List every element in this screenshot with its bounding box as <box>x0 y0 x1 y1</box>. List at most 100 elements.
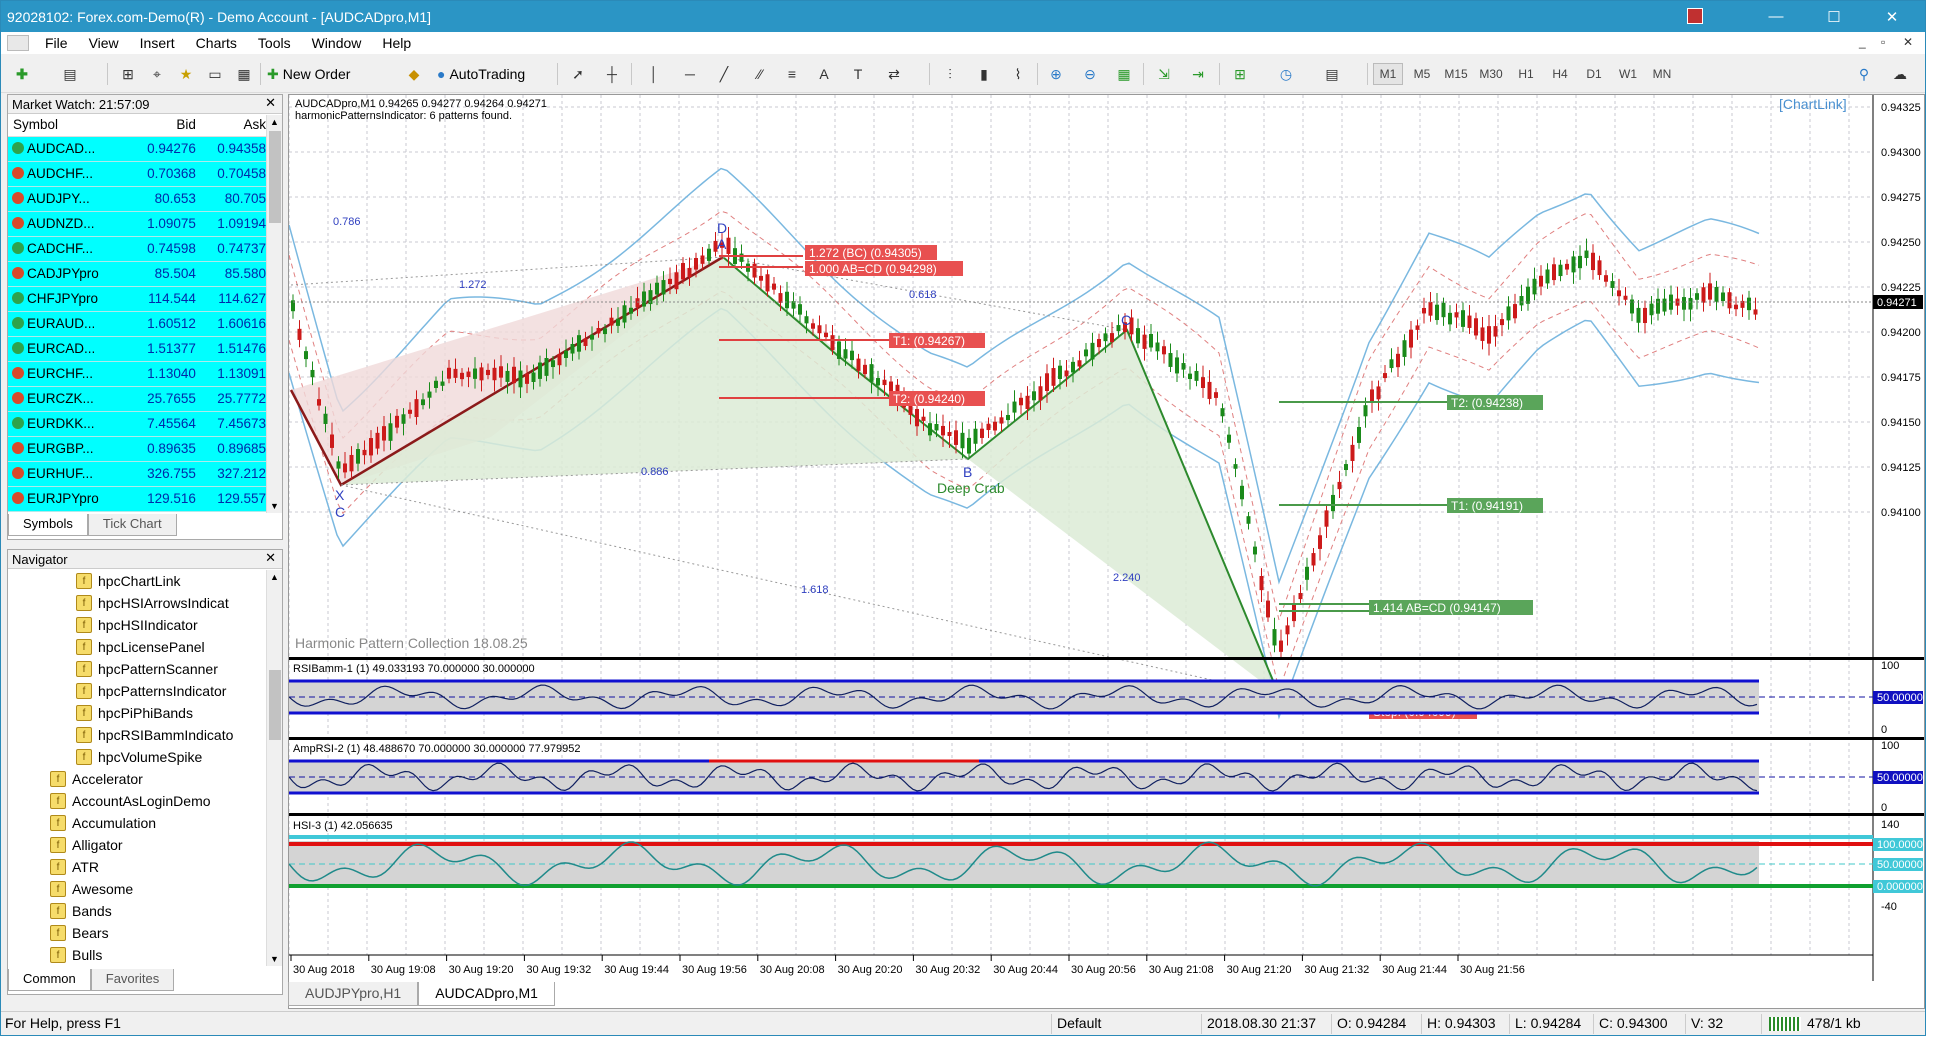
symbol-cell[interactable]: AUDJPY... <box>8 186 132 212</box>
timeframe-m1[interactable]: M1 <box>1373 63 1403 85</box>
navigator-item[interactable]: f Bulls <box>8 944 266 966</box>
text-icon[interactable]: A <box>813 63 835 85</box>
market-watch-row[interactable]: EURCZK... 25.7655 25.7772 <box>8 386 272 412</box>
symbol-cell[interactable]: CHFJPYpro <box>8 286 132 312</box>
navigator-item[interactable]: f Bears <box>8 922 266 944</box>
navigator-item[interactable]: f ATR <box>8 856 266 878</box>
chart-shift-icon[interactable]: ⇥ <box>1187 63 1209 85</box>
zoom-out-icon[interactable]: ⊖ <box>1079 63 1101 85</box>
navigator-icon[interactable]: ★ <box>175 63 197 85</box>
navigator-sub-item[interactable]: f hpcPiPhiBands <box>8 702 266 724</box>
chat-icon[interactable]: ☁ <box>1889 63 1911 85</box>
trendline-icon[interactable]: ╱ <box>713 63 735 85</box>
symbol-cell[interactable]: EURCHF... <box>8 361 132 387</box>
tile-windows-icon[interactable]: ▦ <box>1113 63 1135 85</box>
cursor-icon[interactable]: ➚ <box>567 63 589 85</box>
market-watch-row[interactable]: CADJPYpro 85.504 85.580 <box>8 261 272 287</box>
chart-canvas[interactable]: 1.272 (BC) (0.94305) 1.000 AB=CD (0.9429… <box>289 95 1924 981</box>
menu-window[interactable]: Window <box>302 32 373 54</box>
scroll-up-icon[interactable]: ▲ <box>270 117 279 127</box>
search-icon[interactable]: ⚲ <box>1853 63 1875 85</box>
subwindow-divider-3[interactable] <box>289 813 1924 816</box>
channel-icon[interactable]: ≡ <box>781 63 803 85</box>
timeframe-mn[interactable]: MN <box>1647 63 1677 85</box>
mdi-close-icon[interactable]: ✕ <box>1903 35 1913 49</box>
autotrading-button[interactable]: ● AutoTrading <box>437 62 525 86</box>
horizontal-line-icon[interactable]: ─ <box>679 63 701 85</box>
symbol-cell[interactable]: EURHUF... <box>8 461 132 487</box>
navigator-item[interactable]: f AccountAsLoginDemo <box>8 790 266 812</box>
symbol-cell[interactable]: EURGBP... <box>8 436 132 462</box>
timeframe-m15[interactable]: M15 <box>1441 63 1471 85</box>
market-watch-row[interactable]: EURGBP... 0.89635 0.89685 <box>8 436 272 462</box>
market-watch-row[interactable]: EURJPYpro 129.516 129.557 <box>8 486 272 512</box>
candlestick-icon[interactable]: ▮ <box>973 63 995 85</box>
close-button[interactable]: ✕ <box>1869 1 1915 32</box>
crosshair-icon[interactable]: ┼ <box>601 63 623 85</box>
col-bid[interactable]: Bid <box>131 114 202 137</box>
subwindow-divider-2[interactable] <box>289 737 1924 740</box>
timeframe-m30[interactable]: M30 <box>1476 63 1506 85</box>
symbol-cell[interactable]: CADCHF... <box>8 236 132 262</box>
scroll-down-icon[interactable]: ▼ <box>270 954 279 964</box>
navigator-sub-item[interactable]: f hpcVolumeSpike <box>8 746 266 768</box>
market-watch-close-icon[interactable]: ✕ <box>265 95 276 111</box>
maximize-button[interactable]: ☐ <box>1811 1 1857 32</box>
market-watch-row[interactable]: CADCHF... 0.74598 0.74737 <box>8 236 272 262</box>
terminal-icon[interactable]: ▭ <box>204 63 226 85</box>
scroll-up-icon[interactable]: ▲ <box>270 572 279 582</box>
navigator-item[interactable]: f Accelerator <box>8 768 266 790</box>
market-watch-row[interactable]: EURCAD... 1.51377 1.51476 <box>8 336 272 362</box>
timeframe-h1[interactable]: H1 <box>1511 63 1541 85</box>
indicators-icon[interactable]: ⊞ <box>1229 63 1251 85</box>
symbol-cell[interactable]: EURDKK... <box>8 411 132 437</box>
market-watch-row[interactable]: AUDCAD... 0.94276 0.94358 <box>8 136 272 162</box>
timeframe-d1[interactable]: D1 <box>1579 63 1609 85</box>
chart-window[interactable]: 1.272 (BC) (0.94305) 1.000 AB=CD (0.9429… <box>288 94 1925 1009</box>
mdi-restore-icon[interactable]: ▫ <box>1881 35 1885 49</box>
tab-favorites[interactable]: Favorites <box>90 969 175 991</box>
chart-tab-audcad[interactable]: AUDCADpro,M1 <box>418 982 555 1006</box>
menu-tools[interactable]: Tools <box>248 32 302 54</box>
menu-help[interactable]: Help <box>372 32 422 54</box>
market-watch-row[interactable]: EURAUD... 1.60512 1.60616 <box>8 311 272 337</box>
timeframe-w1[interactable]: W1 <box>1613 63 1643 85</box>
navigator-sub-item[interactable]: f hpcLicensePanel <box>8 636 266 658</box>
navigator-item[interactable]: f Alligator <box>8 834 266 856</box>
timeframe-m5[interactable]: M5 <box>1407 63 1437 85</box>
navigator-item[interactable]: f Awesome <box>8 878 266 900</box>
navigator-sub-item[interactable]: f hpcPatternScanner <box>8 658 266 680</box>
navigator-item[interactable]: f Bands <box>8 900 266 922</box>
navigator-close-icon[interactable]: ✕ <box>265 550 276 566</box>
bar-chart-icon[interactable]: ⫶ <box>939 63 961 85</box>
profiles-icon[interactable]: ▤ <box>59 63 81 85</box>
menu-charts[interactable]: Charts <box>186 32 248 54</box>
text-label-icon[interactable]: T <box>847 63 869 85</box>
strategy-tester-icon[interactable]: ▦ <box>233 63 255 85</box>
minimize-button[interactable]: — <box>1753 1 1799 32</box>
menu-view[interactable]: View <box>79 32 130 54</box>
navigator-item[interactable]: f Accumulation <box>8 812 266 834</box>
market-watch-row[interactable]: AUDNZD... 1.09075 1.09194 <box>8 211 272 237</box>
new-chart-icon[interactable]: ✚ <box>11 63 33 85</box>
tab-tick-chart[interactable]: Tick Chart <box>87 514 177 536</box>
subwindow-divider-1[interactable] <box>289 657 1924 660</box>
navigator-scrollbar[interactable]: ▲ ▼ <box>266 570 282 966</box>
scroll-down-icon[interactable]: ▼ <box>270 501 279 511</box>
market-watch-row[interactable]: EURHUF... 326.755 327.212 <box>8 461 272 487</box>
periods-icon[interactable]: ◷ <box>1275 63 1297 85</box>
timeframe-h4[interactable]: H4 <box>1545 63 1575 85</box>
symbol-cell[interactable]: EURCZK... <box>8 386 132 412</box>
market-watch-row[interactable]: CHFJPYpro 114.544 114.627 <box>8 286 272 312</box>
scroll-thumb[interactable] <box>269 131 281 223</box>
symbol-cell[interactable]: CADJPYpro <box>8 261 132 287</box>
col-symbol[interactable]: Symbol <box>8 114 132 137</box>
tab-symbols[interactable]: Symbols <box>8 514 88 536</box>
tab-common[interactable]: Common <box>8 969 91 991</box>
line-chart-icon[interactable]: ⌇ <box>1007 63 1029 85</box>
chartlink-label[interactable]: [ChartLink] <box>1779 96 1847 112</box>
menu-insert[interactable]: Insert <box>130 32 186 54</box>
symbol-cell[interactable]: EURAUD... <box>8 311 132 337</box>
market-watch-row[interactable]: EURCHF... 1.13040 1.13091 <box>8 361 272 387</box>
market-watch-row[interactable]: AUDCHF... 0.70368 0.70458 <box>8 161 272 187</box>
